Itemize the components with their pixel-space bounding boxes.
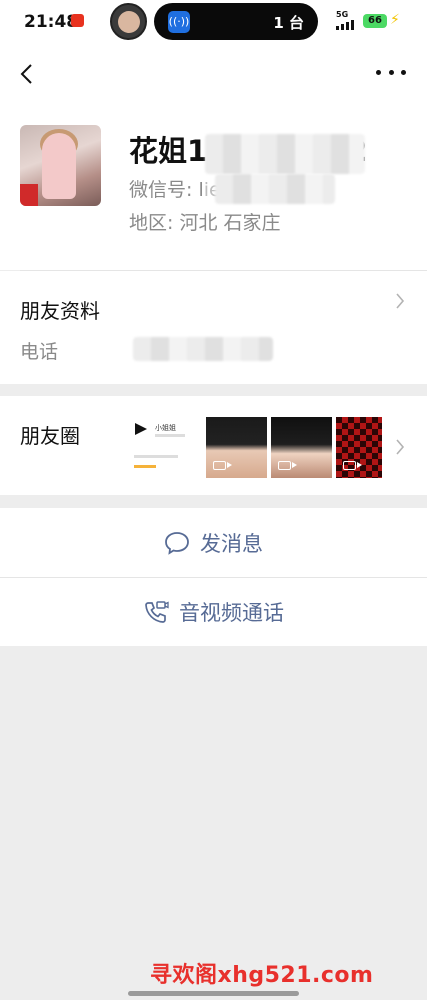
app-notification-icon xyxy=(71,14,84,27)
watermark: 寻欢阁xhg521.com xyxy=(150,963,374,988)
av-call-button[interactable]: 音视频通话 xyxy=(0,577,427,646)
profile-header: 花姐12 微信号: lie5204 地区: 河北 石家庄 xyxy=(0,104,427,271)
chevron-right-icon xyxy=(396,293,405,309)
network-label: 5G xyxy=(336,10,349,19)
video-icon xyxy=(278,461,297,470)
friend-info-row[interactable]: 朋友资料 电话 xyxy=(0,271,427,384)
dynamic-island[interactable]: ((·)) 1 台 xyxy=(154,3,318,40)
moments-thumb xyxy=(206,417,267,478)
moments-thumb xyxy=(271,417,332,478)
actions-panel: 发消息 音视频通话 xyxy=(0,508,427,646)
phone-video-icon xyxy=(145,600,169,623)
home-indicator[interactable] xyxy=(128,991,299,996)
chevron-right-icon xyxy=(396,439,405,455)
video-icon xyxy=(213,461,232,470)
nfc-signal-icon: ((·)) xyxy=(168,11,190,33)
avatar[interactable] xyxy=(20,125,101,206)
moments-title: 朋友圈 xyxy=(20,424,80,448)
moments-thumb xyxy=(336,417,382,478)
nav-bar xyxy=(0,44,427,104)
friend-info-title: 朋友资料 xyxy=(20,299,100,323)
video-icon xyxy=(343,461,362,470)
floating-avatar[interactable] xyxy=(110,3,147,40)
moments-thumb: 小姐姐 xyxy=(130,417,191,478)
charging-bolt-icon: ⚡ xyxy=(390,12,400,28)
cellular-signal-icon: 5G xyxy=(336,10,360,30)
send-message-button[interactable]: 发消息 xyxy=(0,508,427,577)
wechat-id-label: 微信号: l xyxy=(129,179,204,201)
av-call-label: 音视频通话 xyxy=(179,600,284,625)
region: 地区: 河北 石家庄 xyxy=(129,212,281,234)
status-bar: 21:48 ((·)) 1 台 5G 66 ⚡ xyxy=(0,0,427,44)
moments-row[interactable]: 朋友圈 小姐姐 xyxy=(0,396,427,495)
chevron-left-icon[interactable] xyxy=(16,62,40,86)
blurred-mosaic xyxy=(133,337,273,361)
phone-label: 电话 xyxy=(20,341,59,363)
chat-bubble-icon xyxy=(165,531,189,555)
battery-icon: 66 xyxy=(363,14,387,28)
status-time: 21:48 xyxy=(24,12,79,32)
more-dots-icon[interactable] xyxy=(376,70,406,78)
thumb-name: 小姐姐 xyxy=(155,424,176,432)
nickname-text: 花姐1 xyxy=(129,134,208,168)
send-message-label: 发消息 xyxy=(200,531,263,556)
island-text: 1 台 xyxy=(273,14,304,32)
blurred-mosaic xyxy=(215,174,335,204)
blurred-mosaic xyxy=(205,134,365,174)
